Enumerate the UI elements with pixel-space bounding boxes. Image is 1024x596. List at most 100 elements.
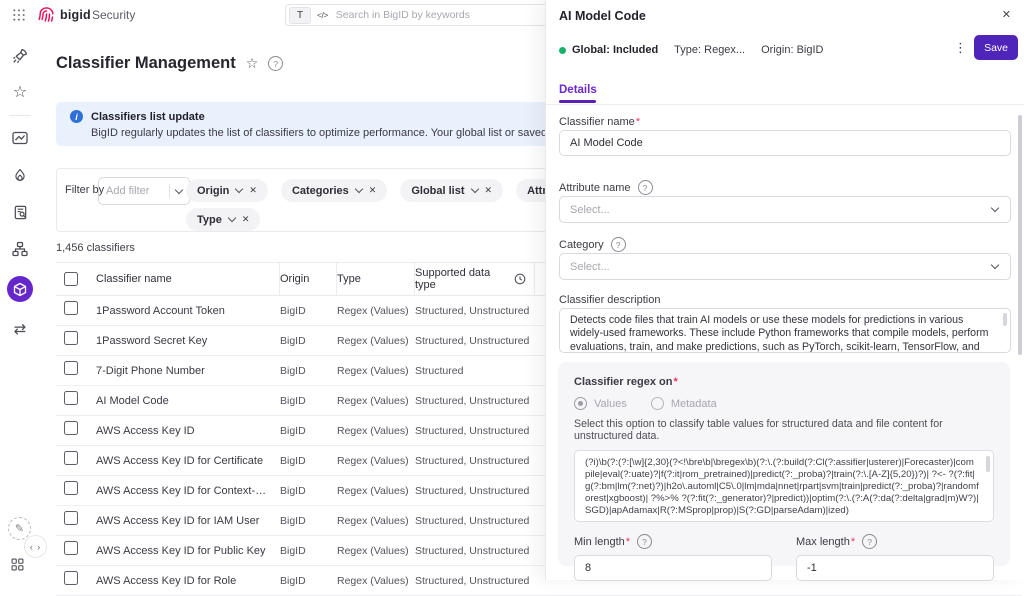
row-checkbox[interactable] — [64, 511, 78, 525]
row-checkbox[interactable] — [64, 571, 78, 585]
min-length-input[interactable] — [574, 555, 772, 581]
filter-chips-row-2: Type — [186, 208, 260, 231]
classifier-name-input[interactable] — [559, 130, 1011, 156]
global-search[interactable]: T </> — [285, 4, 565, 26]
filter-chip-label: Type — [197, 214, 222, 226]
row-checkbox[interactable] — [64, 481, 78, 495]
help-icon[interactable] — [637, 534, 652, 549]
classifiers-cube-icon[interactable] — [7, 276, 33, 302]
type-cell: Regex (Values) — [337, 425, 415, 437]
max-length-input[interactable] — [796, 555, 994, 581]
row-checkbox[interactable] — [64, 451, 78, 465]
panel-title: AI Model Code — [559, 9, 646, 23]
chevron-down-icon[interactable] — [175, 185, 183, 193]
classifier-name-cell: 1Password Account Token — [96, 305, 280, 317]
category-label: Category — [559, 239, 604, 251]
radio-metadata[interactable]: Metadata — [651, 397, 717, 410]
star-icon[interactable] — [10, 83, 30, 103]
origin-cell: BigID — [280, 575, 337, 587]
origin-cell: BigID — [280, 545, 337, 557]
chevron-down-icon[interactable] — [470, 185, 478, 193]
filter-chip[interactable]: Global list — [400, 179, 503, 202]
attribute-name-select[interactable]: Select... — [559, 196, 1011, 223]
tab-details[interactable]: Details — [559, 84, 597, 96]
origin-cell: BigID — [280, 305, 337, 317]
flame-icon[interactable] — [10, 165, 30, 185]
report-icon[interactable] — [10, 202, 30, 222]
select-all-checkbox[interactable] — [64, 272, 78, 286]
remove-filter-icon[interactable] — [242, 214, 250, 225]
save-button[interactable]: Save — [974, 35, 1018, 60]
grid-icon[interactable] — [10, 557, 25, 577]
add-filter-input[interactable]: Add filter — [98, 177, 190, 205]
swap-arrows-icon[interactable] — [10, 319, 30, 339]
chevron-down-icon[interactable] — [235, 185, 243, 193]
row-checkbox[interactable] — [64, 421, 78, 435]
scrollbar-thumb[interactable] — [1003, 313, 1007, 326]
filter-chip-label: Categories — [292, 185, 349, 197]
type-status: Type: Regex... — [674, 44, 745, 56]
row-checkbox[interactable] — [64, 331, 78, 345]
origin-cell: BigID — [280, 515, 337, 527]
type-cell: Regex (Values) — [337, 545, 415, 557]
type-cell: Regex (Values) — [337, 335, 415, 347]
classifier-count: 1,456 classifiers — [56, 242, 135, 254]
regex-card: Classifier regex on Values Metadata Sele… — [558, 362, 1010, 566]
row-checkbox[interactable] — [64, 301, 78, 315]
collapse-icon[interactable] — [24, 535, 47, 558]
help-icon[interactable] — [862, 534, 877, 549]
search-code-toggle[interactable]: </> — [317, 10, 328, 20]
supported-data-type-cell: Structured, Unstructured — [415, 395, 535, 407]
dashboard-icon[interactable] — [10, 128, 30, 148]
remove-filter-icon[interactable] — [369, 185, 377, 196]
sitemap-icon[interactable] — [10, 239, 30, 259]
radio-values[interactable]: Values — [574, 397, 627, 410]
chevron-down-icon[interactable] — [355, 185, 363, 193]
remove-filter-icon[interactable] — [485, 185, 493, 196]
description-textarea[interactable]: Detects code files that train AI models … — [559, 308, 1011, 353]
min-length-label: Min length — [574, 536, 630, 548]
scrollbar-thumb[interactable] — [986, 456, 990, 472]
brand-name: bigid — [60, 8, 91, 22]
search-input[interactable] — [334, 8, 564, 22]
page-title: Classifier Management — [56, 54, 283, 73]
header-classifier-name[interactable]: Classifier name — [96, 263, 280, 295]
type-cell: Regex (Values) — [337, 395, 415, 407]
header-supported-data-type[interactable]: Supported data type — [415, 267, 514, 291]
help-icon[interactable] — [268, 56, 283, 71]
filter-chip[interactable]: Type — [186, 208, 260, 231]
close-icon[interactable] — [1002, 8, 1011, 21]
rocket-icon[interactable] — [10, 46, 30, 66]
classifier-name-cell: AI Model Code — [96, 395, 280, 407]
max-length-label: Max length — [796, 536, 855, 548]
remove-filter-icon[interactable] — [249, 185, 257, 196]
apps-grid-icon[interactable] — [12, 8, 26, 27]
filter-chip[interactable]: Categories — [281, 179, 387, 202]
help-icon[interactable] — [611, 237, 626, 252]
origin-cell: BigID — [280, 335, 337, 347]
row-checkbox[interactable] — [64, 391, 78, 405]
filter-chip-label: Origin — [197, 185, 229, 197]
type-cell: Regex (Values) — [337, 515, 415, 527]
regex-textarea[interactable]: (?i)\b(?:(?:[\w]{2,30}(?<!\bre\b|\bregex… — [574, 450, 994, 522]
header-origin[interactable]: Origin — [280, 263, 337, 295]
row-checkbox[interactable] — [64, 541, 78, 555]
status-dot-icon — [559, 47, 566, 54]
category-select[interactable]: Select... — [559, 253, 1011, 280]
radio-unselected-icon — [651, 397, 664, 410]
supported-data-type-cell: Structured, Unstructured — [415, 575, 535, 587]
kebab-menu-icon[interactable] — [954, 40, 966, 56]
panel-scrollbar[interactable] — [1018, 115, 1022, 355]
supported-data-type-cell: Structured, Unstructured — [415, 335, 535, 347]
row-checkbox[interactable] — [64, 361, 78, 375]
header-type[interactable]: Type — [337, 263, 415, 295]
search-text-toggle[interactable]: T — [289, 7, 311, 24]
origin-cell: BigID — [280, 395, 337, 407]
favorite-star-icon[interactable] — [246, 55, 259, 72]
origin-status: Origin: BigID — [761, 44, 823, 56]
radio-selected-icon — [574, 397, 587, 410]
chevron-down-icon[interactable] — [228, 214, 236, 222]
clock-icon[interactable] — [514, 273, 526, 285]
filter-chip[interactable]: Origin — [186, 179, 268, 202]
help-icon[interactable] — [638, 180, 653, 195]
